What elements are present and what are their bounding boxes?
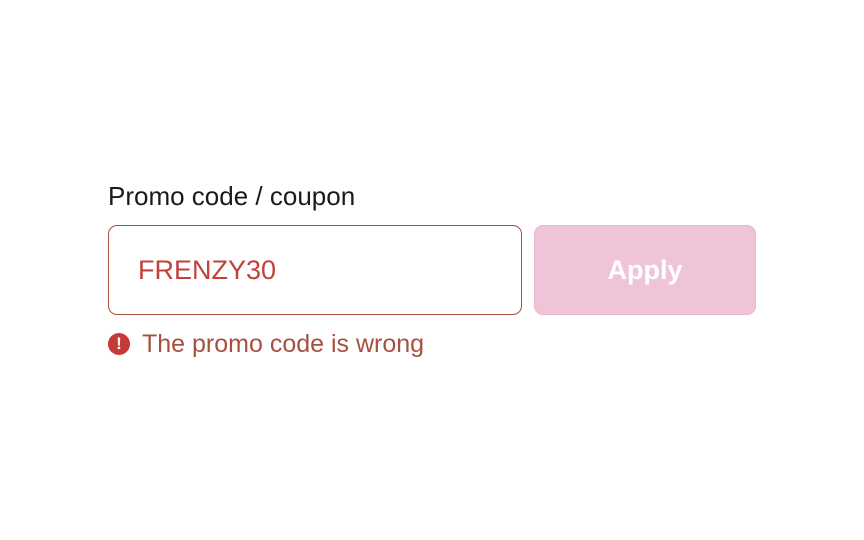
promo-input-row: Apply [108,225,756,315]
promo-code-form: Promo code / coupon Apply ! The promo co… [108,180,756,358]
apply-button[interactable]: Apply [534,225,756,315]
error-message: The promo code is wrong [142,330,425,358]
error-message-row: ! The promo code is wrong [108,329,424,359]
promo-code-label: Promo code / coupon [108,181,356,211]
error-exclamation-icon: ! [108,333,130,355]
promo-code-input[interactable] [108,225,522,315]
